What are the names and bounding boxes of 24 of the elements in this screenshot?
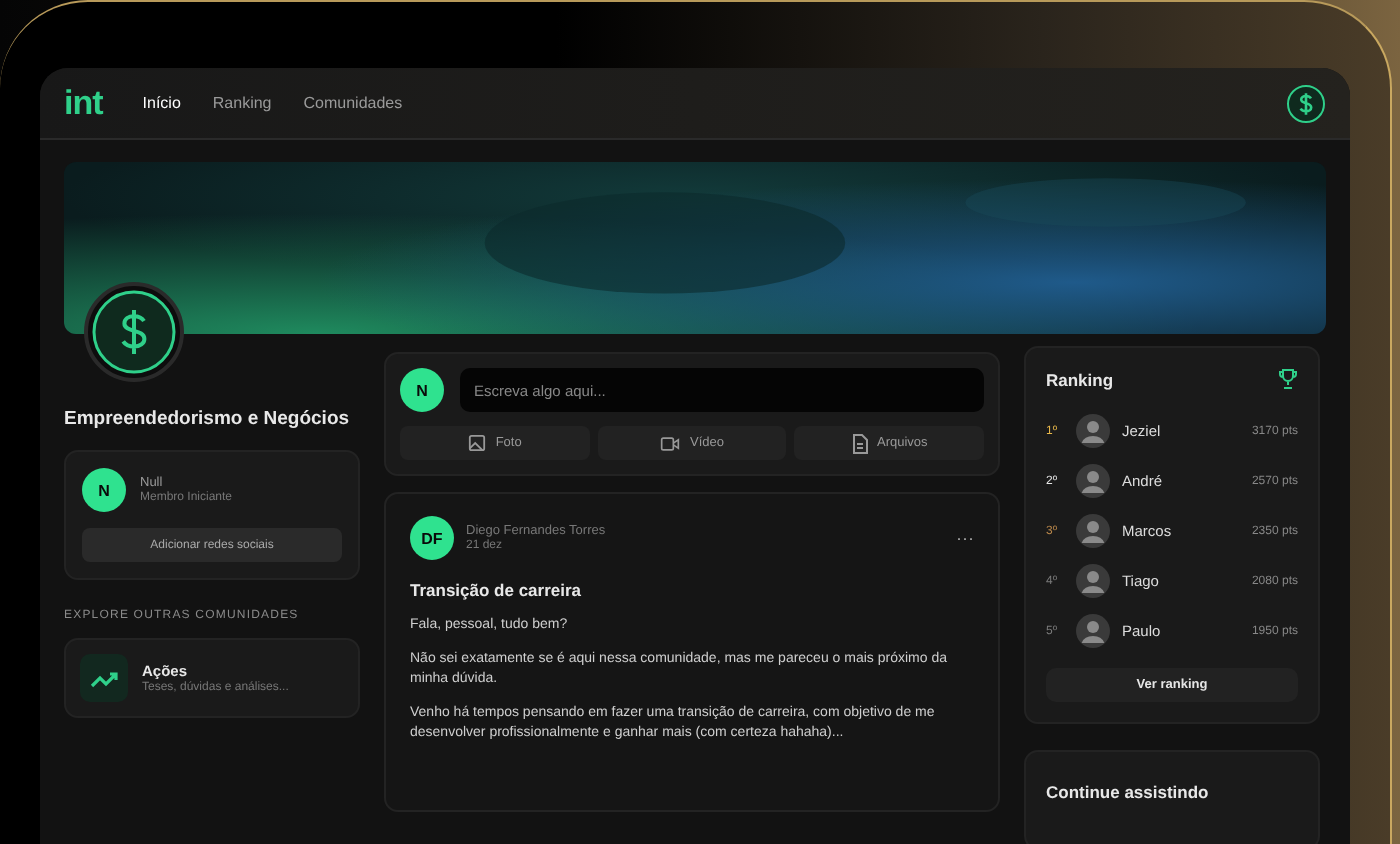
file-icon bbox=[851, 433, 867, 453]
avatar-icon bbox=[1076, 464, 1110, 498]
dollar-icon bbox=[84, 282, 184, 382]
more-button[interactable]: ··· bbox=[956, 528, 974, 548]
logo[interactable]: int bbox=[64, 83, 103, 123]
nav-link[interactable]: Ranking bbox=[212, 94, 272, 112]
section-title: Continue assistindo bbox=[1046, 782, 1209, 802]
nav-link[interactable]: Comunidades bbox=[303, 94, 403, 112]
avatar-icon bbox=[1076, 614, 1110, 648]
avatar-icon bbox=[1076, 414, 1110, 448]
nav-link[interactable]: Início bbox=[142, 94, 181, 112]
dollar-icon[interactable] bbox=[1286, 83, 1326, 123]
ranking-title: Ranking bbox=[1046, 369, 1114, 389]
community-title: Empreendedorismo e Negócios bbox=[64, 408, 352, 430]
avatar: N bbox=[82, 468, 126, 512]
avatar-icon bbox=[1076, 564, 1110, 598]
avatar: DF bbox=[410, 516, 454, 560]
video-icon bbox=[659, 435, 680, 451]
avatar: N bbox=[400, 368, 444, 412]
trend-icon bbox=[80, 654, 128, 702]
post-title: Transição de carreira bbox=[410, 580, 584, 600]
trophy-icon bbox=[1278, 368, 1298, 390]
avatar-icon bbox=[1076, 514, 1110, 548]
image-icon bbox=[467, 434, 486, 452]
